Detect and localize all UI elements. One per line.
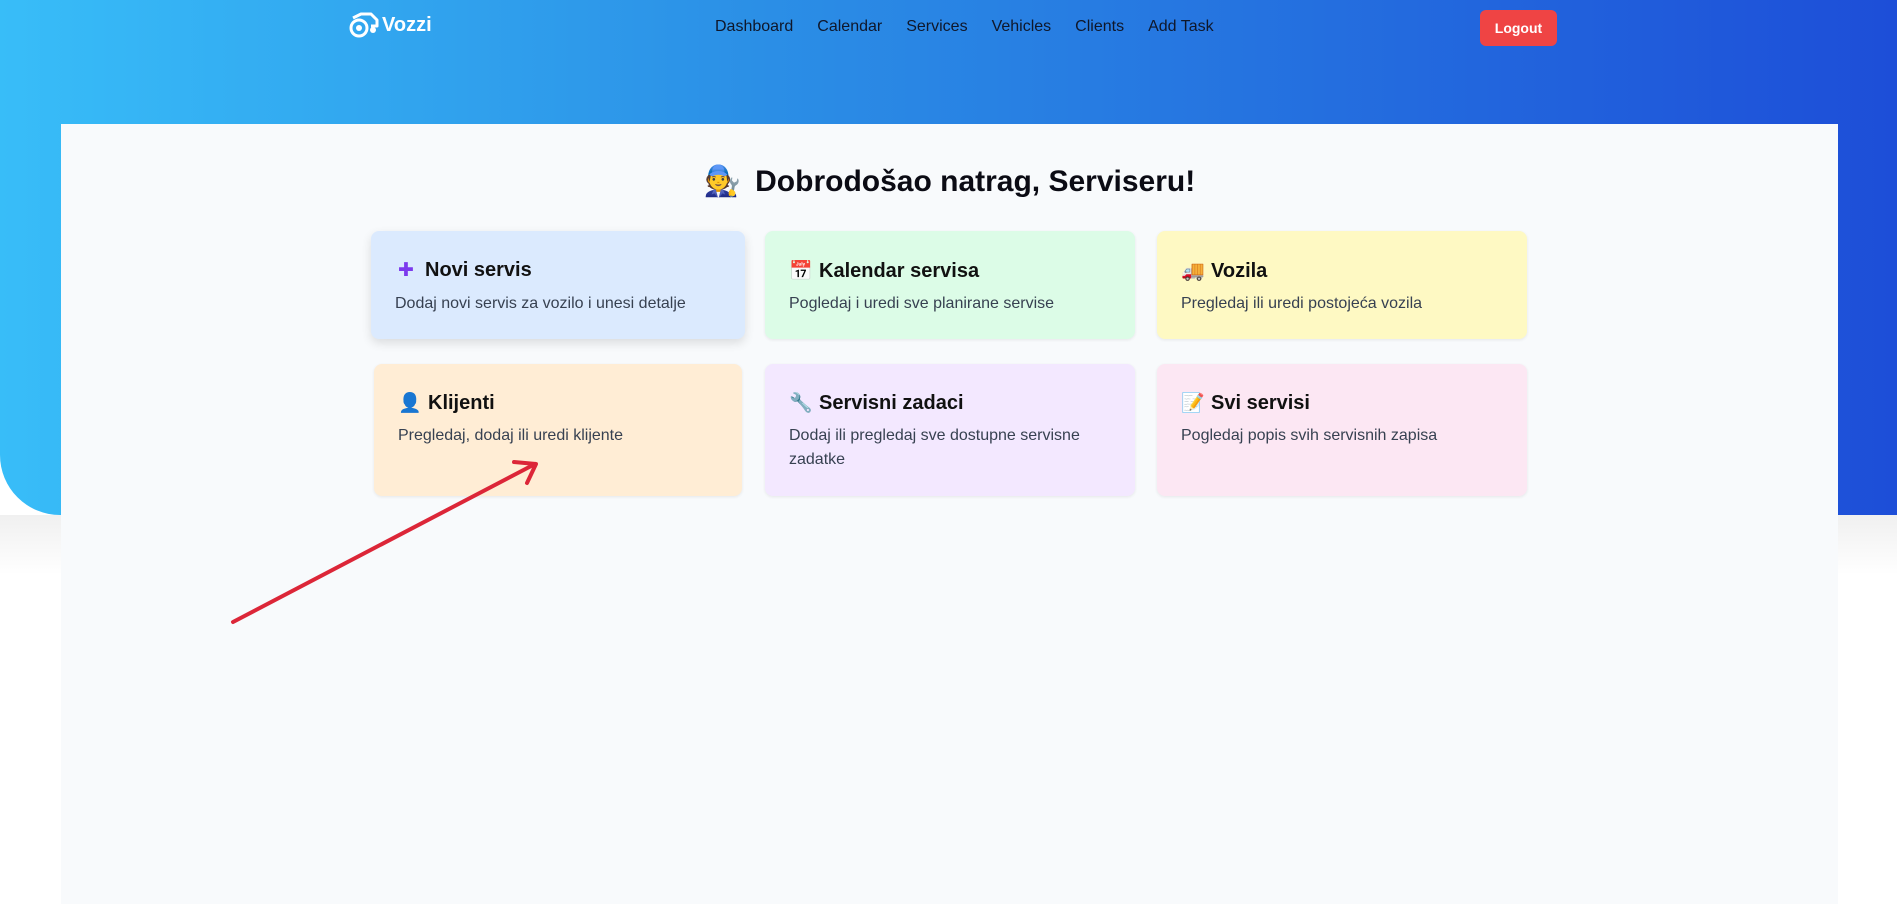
welcome-heading: 🧑‍🔧 Dobrodošao natrag, Serviseru! (61, 164, 1838, 199)
card-description: Pregledaj ili uredi postojeća vozila (1181, 295, 1423, 312)
mechanic-icon: 🧑‍🔧 (703, 165, 742, 198)
card-title: Vozila (1211, 259, 1268, 282)
card-description: Pregledaj, dodaj ili uredi klijente (398, 427, 624, 444)
nav-links: Dashboard Calendar Services Vehicles Cli… (715, 18, 1214, 36)
calendar-icon: 📅 (789, 261, 813, 282)
card-vozila[interactable]: 🚚 Vozila Pregledaj ili uredi postojeća v… (1157, 231, 1527, 339)
user-icon: 👤 (398, 393, 422, 414)
nav-services[interactable]: Services (906, 18, 967, 36)
brand-logo[interactable]: Vozzi (347, 10, 432, 40)
plus-icon: ✚ (398, 260, 414, 281)
card-klijenti[interactable]: 👤 Klijenti Pregledaj, dodaj ili uredi kl… (374, 364, 742, 496)
card-description: Dodaj novi servis za vozilo i unesi deta… (395, 295, 686, 312)
card-title: Novi servis (425, 259, 532, 281)
logout-button[interactable]: Logout (1480, 10, 1557, 46)
card-title: Servisni zadaci (819, 391, 964, 414)
nav-vehicles[interactable]: Vehicles (992, 18, 1052, 36)
memo-icon: 📝 (1181, 393, 1205, 414)
nav-add-task[interactable]: Add Task (1148, 18, 1214, 36)
card-description: Dodaj ili pregledaj sve dostupne servisn… (789, 427, 1080, 468)
nav-calendar[interactable]: Calendar (817, 18, 882, 36)
brand-name: Vozzi (382, 13, 432, 36)
card-svi-servisi[interactable]: 📝 Svi servisi Pogledaj popis svih servis… (1157, 364, 1527, 496)
card-novi-servis[interactable]: ✚ Novi servis Dodaj novi servis za vozil… (371, 231, 745, 339)
car-gear-icon (349, 12, 379, 38)
top-navbar: Vozzi Dashboard Calendar Services Vehicl… (0, 0, 1897, 56)
card-kalendar-servisa[interactable]: 📅 Kalendar servisa Pogledaj i uredi sve … (765, 231, 1135, 339)
card-description: Pogledaj popis svih servisnih zapisa (1181, 427, 1438, 444)
card-description: Pogledaj i uredi sve planirane servise (789, 295, 1055, 312)
dashboard-panel: 🧑‍🔧 Dobrodošao natrag, Serviseru! ✚ Novi… (61, 124, 1838, 904)
card-servisni-zadaci[interactable]: 🔧 Servisni zadaci Dodaj ili pregledaj sv… (765, 364, 1135, 496)
nav-dashboard[interactable]: Dashboard (715, 18, 793, 36)
nav-clients[interactable]: Clients (1075, 18, 1124, 36)
welcome-text: Dobrodošao natrag, Serviseru! (755, 164, 1196, 198)
card-title: Svi servisi (1211, 391, 1310, 414)
wrench-icon: 🔧 (789, 393, 813, 414)
card-title: Klijenti (428, 391, 495, 414)
card-title: Kalendar servisa (819, 259, 980, 282)
truck-icon: 🚚 (1181, 261, 1205, 282)
